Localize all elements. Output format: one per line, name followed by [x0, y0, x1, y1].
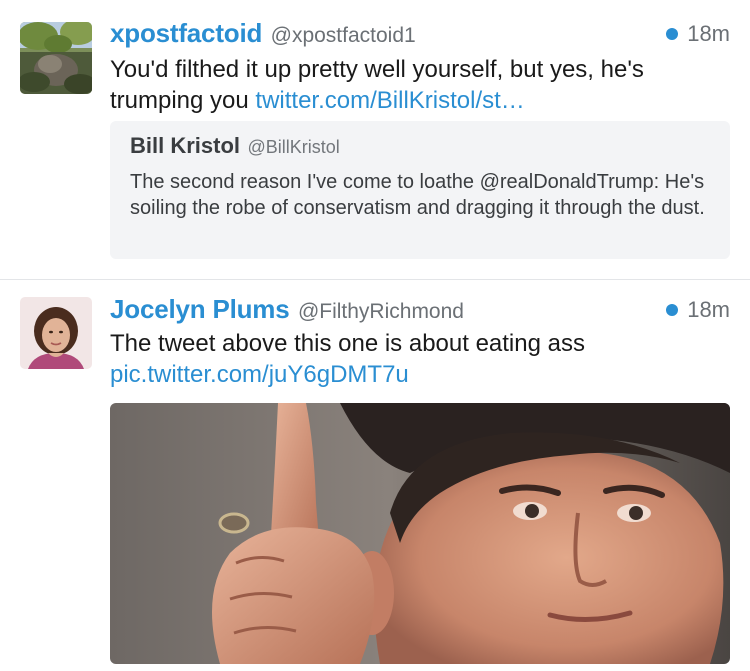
tweet-media[interactable]	[110, 403, 730, 664]
quoted-tweet-header: Bill Kristol @BillKristol	[130, 133, 340, 159]
timestamp: 18m	[666, 21, 730, 47]
quoted-tweet-text: The second reason I've come to loathe @r…	[130, 171, 705, 219]
user-handle[interactable]: @FilthyRichmond	[298, 300, 464, 323]
avatar[interactable]	[20, 297, 92, 369]
user-handle[interactable]: @xpostfactoid1	[271, 24, 416, 47]
tweet-text: The tweet above this one is about eating…	[110, 328, 728, 390]
tweet[interactable]: xpostfactoid @xpostfactoid1 18m You'd fi…	[0, 0, 750, 280]
tweet-link[interactable]: twitter.com/BillKristol/st…	[255, 87, 524, 114]
man-pointing-finger-photo	[110, 403, 730, 664]
quoted-tweet[interactable]: Bill Kristol @BillKristol The second rea…	[110, 121, 730, 259]
avatar[interactable]	[20, 22, 92, 94]
timestamp-text: 18m	[687, 297, 730, 322]
display-name[interactable]: Jocelyn Plums	[110, 294, 290, 324]
display-name[interactable]: xpostfactoid	[110, 18, 262, 48]
timeline: xpostfactoid @xpostfactoid1 18m You'd fi…	[0, 0, 750, 671]
tweet-link[interactable]: pic.twitter.com/juY6gDMT7u	[110, 361, 409, 388]
timestamp-text: 18m	[687, 21, 730, 46]
woman-portrait-avatar	[20, 297, 92, 369]
unread-dot-icon	[666, 28, 679, 40]
tweet-header: xpostfactoid @xpostfactoid1 18m	[110, 18, 730, 50]
quoted-display-name: Bill Kristol	[130, 133, 241, 158]
tweet-header: Jocelyn Plums @FilthyRichmond 18m	[110, 294, 730, 326]
quoted-user-handle: @BillKristol	[247, 137, 340, 157]
landscape-photo-avatar	[20, 22, 92, 94]
tweet-text: You'd filthed it up pretty well yourself…	[110, 54, 728, 116]
tweet-body: The tweet above this one is about eating…	[110, 330, 585, 357]
tweet[interactable]: Jocelyn Plums @FilthyRichmond 18m The tw…	[0, 280, 750, 671]
timestamp: 18m	[666, 297, 730, 323]
unread-dot-icon	[666, 304, 679, 316]
